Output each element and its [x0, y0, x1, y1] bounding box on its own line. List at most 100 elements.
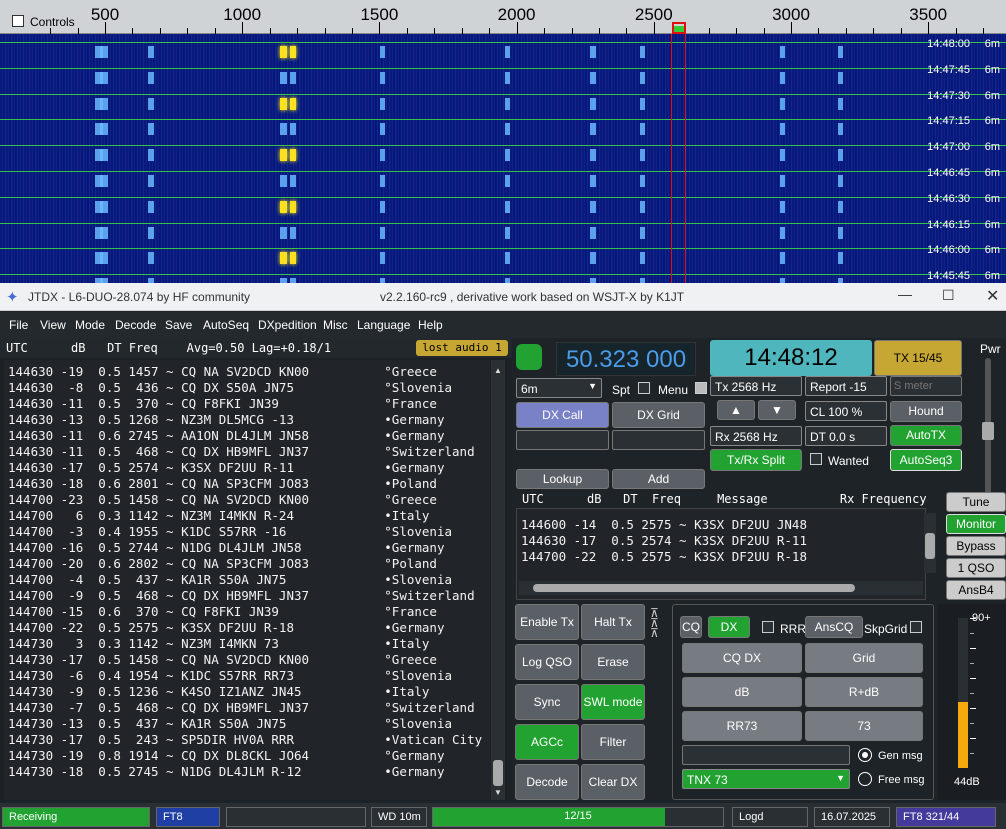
menu-language[interactable]: Language: [357, 318, 410, 332]
decode-row[interactable]: 144700 6 0.3 1142 ~ NZ3M I4MKN R-24 •Ita…: [8, 508, 429, 523]
collapse-arrows-icon[interactable]: ⊼ ⊼ ⊼: [650, 607, 659, 639]
tx-down-button[interactable]: ▼: [758, 400, 796, 420]
menu-save[interactable]: Save: [165, 318, 192, 332]
band-select[interactable]: 6m ▼: [516, 378, 602, 398]
wanted-checkbox[interactable]: [810, 453, 822, 465]
spt-checkbox[interactable]: [638, 382, 650, 394]
frequency-scale[interactable]: Controls 500 1000 1500 2000 2500 3000 3500: [0, 0, 1006, 34]
decode-row[interactable]: 144730 3 0.3 1142 ~ NZ3M I4MKN 73 •Italy: [8, 636, 429, 651]
tx-period-button[interactable]: TX 15/45: [874, 340, 962, 376]
filter-button[interactable]: Filter: [581, 724, 645, 760]
halt-tx-button[interactable]: Halt Tx: [581, 604, 645, 640]
rx-row[interactable]: 144630 -17 0.5 2574 ~ K3SX DF2UU R-11: [521, 533, 807, 548]
add-button[interactable]: Add: [612, 469, 705, 489]
msg-rr73-button[interactable]: RR73: [682, 711, 802, 741]
cl-spinbox[interactable]: CL 100 %: [805, 401, 887, 421]
decode-row[interactable]: 144700 -9 0.5 468 ~ CQ DX HB9MFL JN37 °S…: [8, 588, 475, 603]
rx-hscrollbar[interactable]: [519, 581, 923, 595]
monitor-button[interactable]: Monitor: [946, 514, 1006, 534]
report-spinbox[interactable]: Report -15: [805, 376, 887, 396]
decode-row[interactable]: 144700 -22 0.5 2575 ~ K3SX DF2UU R-18 •G…: [8, 620, 445, 635]
decode-row[interactable]: 144700 -4 0.5 437 ~ KA1R S50A JN75 •Slov…: [8, 572, 452, 587]
controls-checkbox[interactable]: [12, 15, 24, 27]
decode-row[interactable]: 144730 -7 0.5 468 ~ CQ DX HB9MFL JN37 °S…: [8, 700, 475, 715]
sync-button[interactable]: Sync: [515, 684, 579, 720]
decode-row[interactable]: 144730 -18 0.5 2745 ~ N1DG DL4JLM R-12 •…: [8, 764, 445, 779]
menu-autoseq[interactable]: AutoSeq: [203, 318, 249, 332]
decode-row[interactable]: 144630 -11 0.5 468 ~ CQ DX HB9MFL JN37 °…: [8, 444, 475, 459]
decode-row[interactable]: 144700 -15 0.6 370 ~ CQ F8FKI JN39 °Fran…: [8, 604, 437, 619]
rx-frequency-spinbox[interactable]: Rx 2568 Hz: [710, 426, 802, 446]
cq-button[interactable]: CQ: [680, 616, 702, 638]
menu-view[interactable]: View: [40, 318, 66, 332]
minimize-icon[interactable]: —: [898, 286, 912, 302]
smeter-input[interactable]: S meter: [890, 376, 962, 396]
waterfall[interactable]: Controls 500 1000 1500 2000 2500 3000 3500 14:…: [0, 0, 1006, 285]
skpgrid-checkbox[interactable]: [910, 621, 922, 633]
decode-row[interactable]: 144700 -3 0.4 1955 ~ K1DC S57RR -16 °Slo…: [8, 524, 452, 539]
menu-file[interactable]: File: [9, 318, 28, 332]
decode-row[interactable]: 144730 -19 0.8 1914 ~ CQ DX DL8CKL JO64 …: [8, 748, 445, 763]
decode-row[interactable]: 144630 -18 0.6 2801 ~ CQ NA SP3CFM JO83 …: [8, 476, 437, 491]
dx-button[interactable]: DX: [708, 616, 750, 638]
bypass-button[interactable]: Bypass: [946, 536, 1006, 556]
decode-row[interactable]: 144700 -20 0.6 2802 ~ CQ NA SP3CFM JO83 …: [8, 556, 437, 571]
dx-grid-input[interactable]: [612, 430, 705, 450]
decode-row[interactable]: 144730 -13 0.5 437 ~ KA1R S50A JN75 °Slo…: [8, 716, 452, 731]
decode-row[interactable]: 144730 -17 0.5 1458 ~ CQ NA SV2DCD KN00 …: [8, 652, 437, 667]
msg-73-button[interactable]: 73: [805, 711, 923, 741]
clear-dx-button[interactable]: Clear DX: [581, 764, 645, 800]
msg-grid-button[interactable]: Grid: [805, 643, 923, 673]
band-activity-list[interactable]: 144630 -19 0.5 1457 ~ CQ NA SV2DCD KN00 …: [4, 360, 490, 800]
ansb4-button[interactable]: AnsB4: [946, 580, 1006, 600]
dx-grid-button[interactable]: DX Grid: [612, 402, 705, 428]
anscq-button[interactable]: AnsCQ: [805, 616, 863, 638]
msg-db-button[interactable]: dB: [682, 677, 802, 707]
menu-decode[interactable]: Decode: [115, 318, 156, 332]
rx-vscroll-thumb[interactable]: [925, 533, 935, 559]
close-icon[interactable]: ✕: [986, 286, 999, 306]
gen-msg-input[interactable]: [682, 745, 850, 765]
decode-button[interactable]: Decode: [515, 764, 579, 800]
power-slider[interactable]: [982, 358, 994, 498]
free-msg-radio[interactable]: [858, 772, 872, 786]
menu-misc[interactable]: Misc: [323, 318, 348, 332]
rx-row[interactable]: 144600 -14 0.5 2575 ~ K3SX DF2UU JN48: [521, 517, 807, 532]
decode-row[interactable]: 144700 -16 0.5 2744 ~ N1DG DL4JLM JN58 •…: [8, 540, 445, 555]
scroll-up-icon[interactable]: ▲: [494, 366, 502, 375]
rrr-checkbox[interactable]: [762, 621, 774, 633]
band-activity-scrollbar[interactable]: ▲ ▼: [491, 360, 505, 800]
msg-cq-dx-button[interactable]: CQ DX: [682, 643, 802, 673]
menu-help[interactable]: Help: [418, 318, 443, 332]
dial-frequency[interactable]: 50.323 000: [556, 342, 696, 376]
decode-row[interactable]: 144630 -17 0.5 2574 ~ K3SX DF2UU R-11 •G…: [8, 460, 445, 475]
autoseq-button[interactable]: AutoSeq3: [890, 449, 962, 471]
rx-hscroll-thumb[interactable]: [533, 584, 855, 592]
menu-mode[interactable]: Mode: [75, 318, 105, 332]
enable-tx-button[interactable]: Enable Tx: [515, 604, 579, 640]
dx-call-button[interactable]: DX Call: [516, 402, 609, 428]
swl-mode-button[interactable]: SWL mode: [581, 684, 645, 720]
decode-row[interactable]: 144630 -19 0.5 1457 ~ CQ NA SV2DCD KN00 …: [8, 364, 437, 379]
rx-vscrollbar[interactable]: [924, 513, 936, 573]
free-msg-select[interactable]: TNX 73 ▼: [682, 769, 850, 789]
scroll-thumb[interactable]: [493, 760, 503, 786]
power-slider-handle[interactable]: [982, 422, 994, 440]
menu-checkbox[interactable]: [695, 382, 707, 394]
tune-button[interactable]: Tune: [946, 492, 1006, 512]
one-qso-button[interactable]: 1 QSO: [946, 558, 1006, 578]
autotx-button[interactable]: AutoTX: [890, 425, 962, 446]
decode-row[interactable]: 144630 -8 0.5 436 ~ CQ DX S50A JN75 °Slo…: [8, 380, 452, 395]
menu-dxpedition[interactable]: DXpedition: [258, 318, 317, 332]
rx-frequency-list[interactable]: 144600 -14 0.5 2575 ~ K3SX DF2UU JN48 144…: [516, 508, 926, 600]
dx-call-input[interactable]: [516, 430, 609, 450]
decode-row[interactable]: 144630 -13 0.5 1268 ~ NZ3M DL5MCG -13 •G…: [8, 412, 445, 427]
gen-msg-radio[interactable]: [858, 748, 872, 762]
decode-row[interactable]: 144730 -17 0.5 243 ~ SP5DIR HV0A RRR •Va…: [8, 732, 482, 747]
msg-r-db-button[interactable]: R+dB: [805, 677, 923, 707]
rx-row[interactable]: 144700 -22 0.5 2575 ~ K3SX DF2UU R-18: [521, 549, 807, 564]
maximize-icon[interactable]: ☐: [942, 287, 955, 304]
decode-row[interactable]: 144630 -11 0.5 370 ~ CQ F8FKI JN39 °Fran…: [8, 396, 437, 411]
scroll-down-icon[interactable]: ▼: [494, 788, 502, 797]
dt-spinbox[interactable]: DT 0.0 s: [805, 426, 887, 446]
